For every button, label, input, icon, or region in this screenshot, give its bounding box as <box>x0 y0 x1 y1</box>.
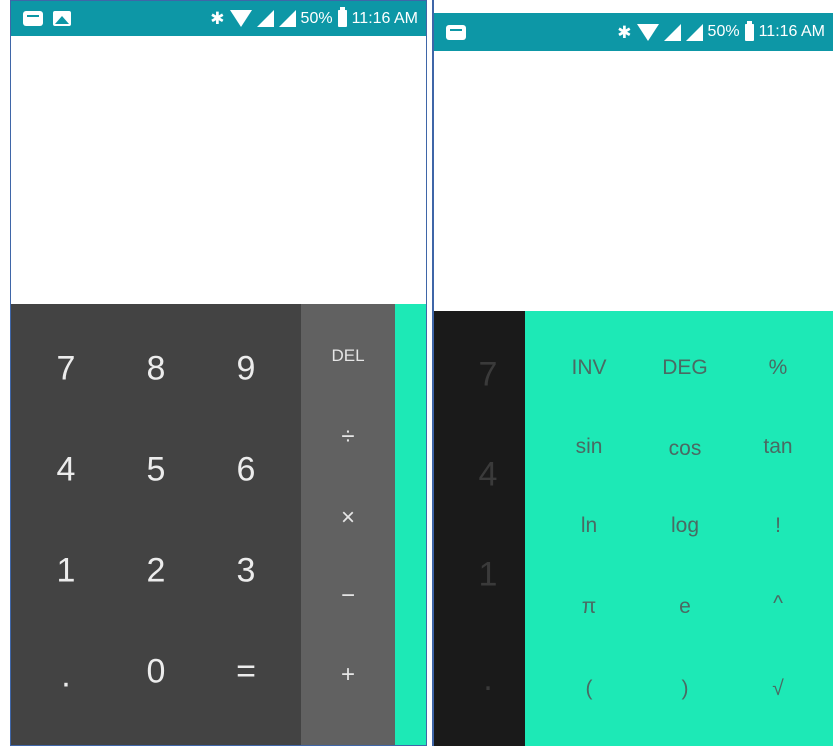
status-bar: ✱ 50% 11:16 AM <box>434 13 833 51</box>
wifi-icon <box>636 23 659 41</box>
signal-icon <box>685 23 703 41</box>
key-9[interactable]: 9 <box>237 350 256 389</box>
key-equals[interactable]: = <box>236 653 256 692</box>
open-paren-button[interactable]: ( <box>586 677 593 701</box>
delete-button[interactable]: DEL <box>331 346 364 366</box>
battery-icon <box>337 7 347 27</box>
advanced-functions-pad: INV DEG % sin cos tan ln log ! π e ^ ( )… <box>525 311 833 746</box>
key-7[interactable]: 7 <box>57 350 76 389</box>
operator-pad: DEL ÷ × − + <box>301 304 395 745</box>
key-decimal[interactable]: . <box>61 657 70 696</box>
sin-button[interactable]: sin <box>576 435 603 459</box>
message-icon <box>446 24 466 40</box>
add-button[interactable]: + <box>341 661 355 689</box>
power-button[interactable]: ^ <box>773 592 783 616</box>
battery-icon <box>744 20 754 41</box>
clock: 11:16 AM <box>758 23 825 40</box>
multiply-button[interactable]: × <box>341 504 355 532</box>
key-4[interactable]: 4 <box>57 451 76 490</box>
subtract-button[interactable]: − <box>341 582 355 610</box>
degree-mode-button[interactable]: DEG <box>662 356 708 380</box>
pi-button[interactable]: π <box>582 595 597 619</box>
close-paren-button[interactable]: ) <box>682 677 689 701</box>
wifi-icon <box>229 10 252 27</box>
tan-button[interactable]: tan <box>763 435 792 459</box>
key-7[interactable]: 7 <box>479 356 498 395</box>
ln-button[interactable]: ln <box>581 514 597 538</box>
calculator-display[interactable] <box>11 36 426 304</box>
key-3[interactable]: 3 <box>237 552 256 591</box>
cos-button[interactable]: cos <box>669 437 702 461</box>
image-icon <box>53 11 71 26</box>
message-icon <box>23 11 43 26</box>
key-5[interactable]: 5 <box>147 451 166 490</box>
e-button[interactable]: e <box>679 595 691 619</box>
factorial-button[interactable]: ! <box>775 514 781 538</box>
numeric-pad: 7 8 9 4 5 6 1 2 3 . 0 = <box>11 304 301 745</box>
key-1[interactable]: 1 <box>57 552 76 591</box>
calculator-display[interactable] <box>434 51 833 311</box>
divide-button[interactable]: ÷ <box>341 423 354 451</box>
battery-percent: 50% <box>707 23 740 40</box>
key-0[interactable]: 0 <box>147 653 166 692</box>
signal-icon <box>278 10 296 27</box>
battery-percent: 50% <box>300 9 333 27</box>
key-8[interactable]: 8 <box>147 350 166 389</box>
sqrt-button[interactable]: √ <box>772 677 784 701</box>
calculator-screen-basic: ✱ 50% 11:16 AM 7 8 9 4 5 6 1 2 3 . 0 = D… <box>10 0 427 746</box>
bluetooth-icon: ✱ <box>617 22 632 42</box>
status-bar: ✱ 50% 11:16 AM <box>11 1 426 36</box>
key-6[interactable]: 6 <box>237 451 256 490</box>
signal-icon <box>256 10 274 27</box>
signal-icon <box>663 23 681 41</box>
log-button[interactable]: log <box>671 514 699 538</box>
bluetooth-icon: ✱ <box>210 9 225 28</box>
numeric-pad-dimmed: 7 4 1 · <box>434 311 525 746</box>
calculator-screen-advanced: ✱ 50% 11:16 AM 7 4 1 · INV DEG % sin cos… <box>432 0 833 746</box>
advanced-panel-handle[interactable] <box>395 304 426 745</box>
key-2[interactable]: 2 <box>147 552 166 591</box>
clock: 11:16 AM <box>351 9 418 27</box>
percent-button[interactable]: % <box>769 356 788 380</box>
key-decimal[interactable]: · <box>482 668 493 707</box>
key-4[interactable]: 4 <box>479 456 498 495</box>
key-1[interactable]: 1 <box>479 556 498 595</box>
inverse-button[interactable]: INV <box>571 356 606 380</box>
